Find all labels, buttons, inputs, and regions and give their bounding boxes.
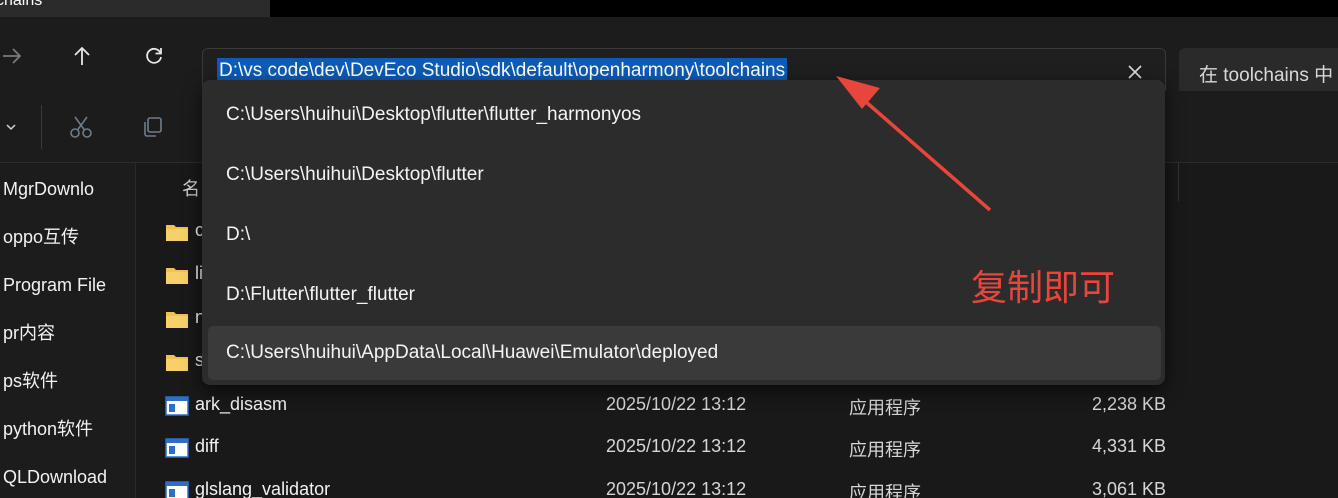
- sidebar-item[interactable]: Program File: [3, 270, 133, 300]
- navigation-pane: MgrDownlo oppo互传 Program File pr内容 ps软件 …: [0, 163, 136, 498]
- file-date: 2025/10/22 13:12: [606, 436, 747, 456]
- refresh-button[interactable]: [134, 39, 174, 73]
- tab-title: chains: [0, 0, 43, 9]
- arrow-up-icon: [74, 46, 90, 65]
- folder-icon: [166, 312, 188, 328]
- sidebar-item[interactable]: pr内容: [3, 318, 133, 348]
- arrow-right-icon: [3, 48, 22, 64]
- folder-icon: [166, 355, 188, 371]
- title-bar: chains ': [0, 0, 1338, 17]
- sidebar-item[interactable]: python软件: [3, 414, 133, 444]
- tab-fragment: ': [300, 0, 303, 9]
- history-item[interactable]: C:\Users\huihui\Desktop\flutter\flutter_…: [208, 88, 1161, 142]
- history-item-label: D:\Flutter\flutter_flutter: [226, 284, 416, 305]
- refresh-icon: [146, 47, 162, 64]
- file-size: 4,331 KB: [1091, 436, 1166, 456]
- folder-icon: [166, 268, 188, 284]
- annotation-text: 复制即可: [971, 268, 1116, 309]
- file-size: 3,061 KB: [1091, 479, 1166, 498]
- sidebar-item[interactable]: MgrDownlo: [3, 174, 133, 204]
- file-type: 应用程序: [849, 440, 921, 460]
- file-row[interactable]: glslang_validator 2025/10/22 13:12 应用程序 …: [137, 472, 1338, 498]
- column-divider: [1178, 163, 1179, 201]
- file-type: 应用程序: [849, 398, 921, 418]
- history-item-label: C:\Users\huihui\Desktop\flutter\flutter_…: [226, 104, 642, 125]
- tab-active[interactable]: chains: [0, 0, 270, 17]
- history-item[interactable]: C:\Users\huihui\AppData\Local\Huawei\Emu…: [208, 326, 1161, 380]
- sidebar-item[interactable]: QLDownload: [3, 462, 133, 492]
- history-item-label: D:\: [226, 224, 251, 245]
- tab-strip: [270, 0, 1338, 17]
- up-button[interactable]: [62, 39, 102, 73]
- column-header-name[interactable]: 名: [182, 175, 200, 201]
- file-name: glslang_validator: [195, 479, 331, 498]
- application-icon: [165, 438, 189, 458]
- file-date: 2025/10/22 13:12: [606, 479, 747, 498]
- file-name: ark_disasm: [195, 394, 288, 414]
- folder-icon: [166, 225, 188, 241]
- search-placeholder: 在 toolchains 中: [1199, 65, 1334, 86]
- cut-icon[interactable]: [68, 114, 94, 140]
- file-row[interactable]: ark_disasm 2025/10/22 13:12 应用程序 2,238 K…: [137, 387, 1338, 427]
- application-icon: [165, 396, 189, 416]
- sidebar-item[interactable]: ps软件: [3, 366, 133, 396]
- history-item-label: C:\Users\huihui\Desktop\flutter: [226, 164, 484, 185]
- search-box[interactable]: 在 toolchains 中: [1179, 48, 1338, 95]
- copy-icon[interactable]: [141, 115, 165, 139]
- toolbar-divider: [41, 105, 42, 149]
- forward-button[interactable]: [0, 39, 32, 73]
- sidebar-item[interactable]: oppo互传: [3, 222, 133, 252]
- application-icon: [165, 481, 189, 498]
- file-type: 应用程序: [849, 483, 921, 498]
- address-history-dropdown: C:\Users\huihui\Desktop\flutter\flutter_…: [202, 80, 1165, 385]
- file-name: diff: [195, 436, 219, 456]
- history-item[interactable]: C:\Users\huihui\Desktop\flutter: [208, 148, 1161, 202]
- chevron-down-icon[interactable]: [4, 120, 18, 134]
- history-item[interactable]: D:\: [208, 208, 1161, 262]
- file-date: 2025/10/22 13:12: [606, 394, 747, 414]
- history-item-label: C:\Users\huihui\AppData\Local\Huawei\Emu…: [226, 342, 719, 363]
- file-size: 2,238 KB: [1091, 394, 1166, 414]
- file-row[interactable]: diff 2025/10/22 13:12 应用程序 4,331 KB: [137, 429, 1338, 469]
